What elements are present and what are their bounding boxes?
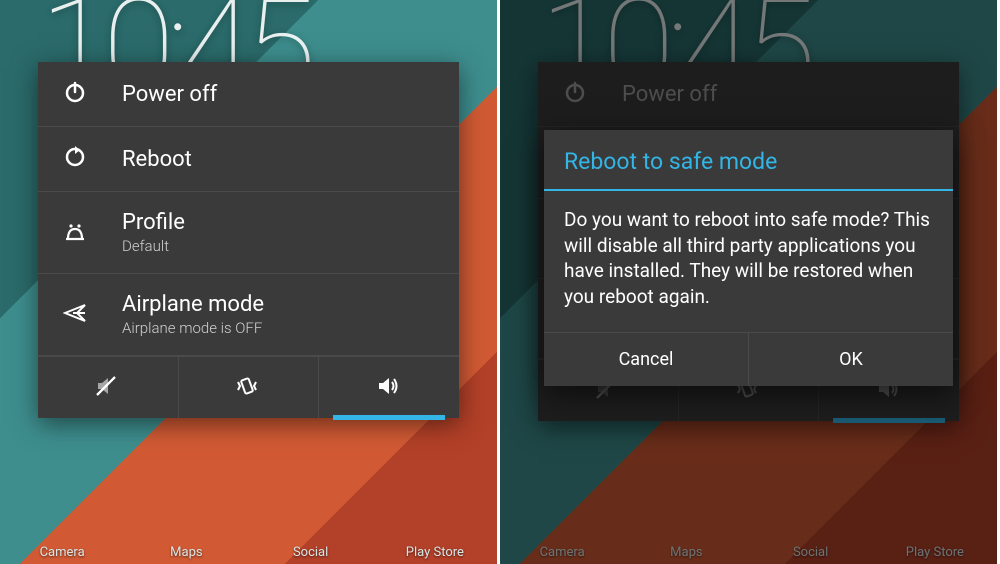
airplane-label: Airplane mode [122,292,264,317]
dock-label-camera[interactable]: Camera [7,545,117,560]
reboot-icon [63,145,91,173]
screenshot-left: 10:45 Camera Maps Social Play Store Powe… [0,0,500,564]
profile-value: Default [122,237,185,255]
volume-sound-button[interactable] [318,357,459,418]
screenshot-right: 10:45 Camera Maps Social Play Store Powe… [500,0,1000,564]
airplane-icon [63,301,91,329]
power-icon [63,80,91,108]
dock-row: Camera Maps Social Play Store [0,494,497,564]
airplane-mode-item[interactable]: Airplane mode Airplane mode is OFF [38,274,459,356]
reboot-item[interactable]: Reboot [38,127,459,192]
profile-item[interactable]: Profile Default [38,192,459,274]
speaker-mute-icon [94,374,122,402]
profile-icon [63,219,91,247]
airplane-value: Airplane mode is OFF [122,319,264,337]
power-menu-panel: Power off Reboot Profile Default Airplan… [38,62,459,418]
profile-label: Profile [122,210,185,235]
dialog-body: Do you want to reboot into safe mode? Th… [544,191,953,332]
power-off-label: Power off [122,82,217,107]
dialog-button-row: Cancel OK [544,332,953,386]
speaker-on-icon [375,374,403,402]
volume-row [38,356,459,418]
cancel-button[interactable]: Cancel [544,333,748,386]
dialog-title: Reboot to safe mode [544,130,953,189]
safe-mode-dialog: Reboot to safe mode Do you want to reboo… [544,130,953,386]
dock-label-social[interactable]: Social [256,545,366,560]
volume-mute-button[interactable] [38,357,178,418]
dock-label-maps[interactable]: Maps [131,545,241,560]
ok-button[interactable]: OK [748,333,953,386]
vibrate-icon [235,374,263,402]
volume-vibrate-button[interactable] [178,357,319,418]
power-off-item[interactable]: Power off [38,62,459,127]
dock-label-play-store[interactable]: Play Store [380,545,490,560]
reboot-label: Reboot [122,147,192,172]
